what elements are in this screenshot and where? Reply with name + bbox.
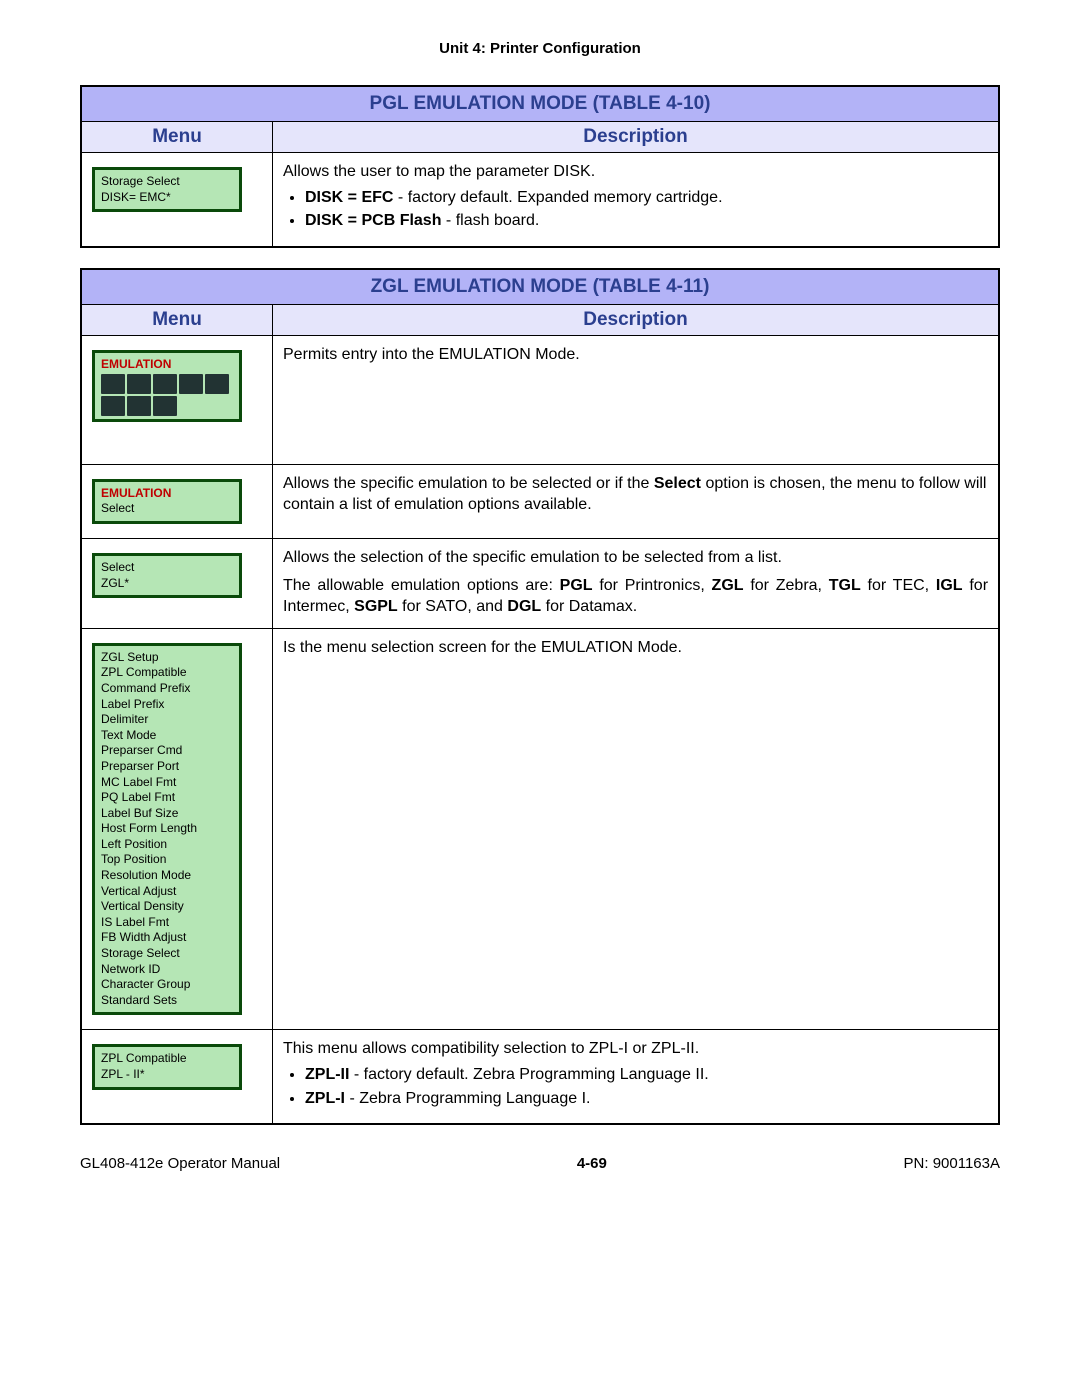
lcd-line: Select [101, 501, 233, 517]
lcd-line: Resolution Mode [101, 868, 233, 884]
lcd-screen: EMULATION Select [92, 479, 242, 524]
table-row: Select ZGL* Allows the selection of the … [81, 538, 999, 628]
lcd-line: MC Label Fmt [101, 775, 233, 791]
lcd-line: Select [101, 560, 233, 576]
lcd-line: Text Mode [101, 728, 233, 744]
lcd-line: ZPL Compatible [101, 1051, 233, 1067]
table-row: EMULATION Permits entry into the EMULATI… [81, 335, 999, 464]
lcd-icon [127, 396, 151, 416]
col-desc: Description [273, 304, 1000, 335]
lcd-line: Storage Select [101, 946, 233, 962]
lcd-line: Standard Sets [101, 993, 233, 1009]
desc-text: Allows the specific emulation to be sele… [283, 475, 654, 492]
table-row: ZPL Compatible ZPL - II* This menu allow… [81, 1030, 999, 1124]
col-desc: Description [273, 122, 1000, 153]
desc-text: The allowable emulation options are: PGL… [283, 575, 988, 618]
lcd-line: FB Width Adjust [101, 930, 233, 946]
lcd-line: Left Position [101, 837, 233, 853]
lcd-line: Preparser Cmd [101, 743, 233, 759]
lcd-line: Preparser Port [101, 759, 233, 775]
list-item: DISK = EFC - factory default. Expanded m… [305, 187, 988, 209]
lcd-line: Command Prefix [101, 681, 233, 697]
page-header: Unit 4: Printer Configuration [80, 40, 1000, 57]
lcd-screen: ZGL SetupZPL CompatibleCommand PrefixLab… [92, 643, 242, 1016]
lcd-line: ZPL Compatible [101, 665, 233, 681]
lcd-line: ZPL - II* [101, 1067, 233, 1083]
lcd-line: ZGL* [101, 576, 233, 592]
lcd-line: PQ Label Fmt [101, 790, 233, 806]
table-row: ZGL SetupZPL CompatibleCommand PrefixLab… [81, 628, 999, 1030]
table-row: EMULATION Select Allows the specific emu… [81, 464, 999, 538]
lcd-line: Network ID [101, 962, 233, 978]
lcd-screen: Select ZGL* [92, 553, 242, 598]
lcd-line: Storage Select [101, 174, 233, 190]
lcd-line: Vertical Density [101, 899, 233, 915]
lcd-icon [153, 396, 177, 416]
list-item: ZPL-I - Zebra Programming Language I. [305, 1088, 988, 1110]
lcd-screen: Storage Select DISK= EMC* [92, 167, 242, 212]
lcd-line: Delimiter [101, 712, 233, 728]
lcd-line: Vertical Adjust [101, 884, 233, 900]
desc-text: Permits entry into the EMULATION Mode. [283, 344, 988, 366]
desc-bold: Select [654, 475, 701, 492]
lcd-line: ZGL Setup [101, 650, 233, 666]
list-item: ZPL-II - factory default. Zebra Programm… [305, 1064, 988, 1086]
desc-text: This menu allows compatibility selection… [283, 1038, 988, 1060]
lcd-icon [101, 396, 125, 416]
page-footer: GL408-412e Operator Manual 4-69 PN: 9001… [80, 1155, 1000, 1172]
lcd-icon [101, 374, 125, 394]
lcd-line: DISK= EMC* [101, 190, 233, 206]
pgl-table: PGL EMULATION MODE (TABLE 4-10) Menu Des… [80, 85, 1000, 248]
desc-text: Allows the selection of the specific emu… [283, 547, 988, 569]
col-menu: Menu [81, 122, 273, 153]
part-number: PN: 9001163A [904, 1155, 1000, 1172]
page-number: 4-69 [577, 1155, 607, 1172]
lcd-line: Label Prefix [101, 697, 233, 713]
lcd-line: Top Position [101, 852, 233, 868]
col-menu: Menu [81, 304, 273, 335]
lcd-line: Host Form Length [101, 821, 233, 837]
lcd-title: EMULATION [101, 486, 233, 502]
list-item: DISK = PCB Flash - flash board. [305, 210, 988, 232]
lcd-line: Character Group [101, 977, 233, 993]
lcd-icon [127, 374, 151, 394]
lcd-icon [179, 374, 203, 394]
lcd-icon-grid [101, 374, 233, 416]
lcd-title: EMULATION [101, 357, 233, 373]
lcd-line: IS Label Fmt [101, 915, 233, 931]
lcd-screen: ZPL Compatible ZPL - II* [92, 1044, 242, 1089]
manual-name: GL408-412e Operator Manual [80, 1155, 280, 1172]
lcd-line: Label Buf Size [101, 806, 233, 822]
desc-text: Is the menu selection screen for the EMU… [283, 637, 988, 659]
desc-text: Allows the user to map the parameter DIS… [283, 161, 988, 183]
lcd-icon [153, 374, 177, 394]
table-row: Storage Select DISK= EMC* Allows the use… [81, 153, 999, 247]
lcd-icon [205, 374, 229, 394]
zgl-title: ZGL EMULATION MODE (TABLE 4-11) [81, 269, 999, 305]
lcd-screen: EMULATION [92, 350, 242, 422]
pgl-title: PGL EMULATION MODE (TABLE 4-10) [81, 86, 999, 122]
zgl-table: ZGL EMULATION MODE (TABLE 4-11) Menu Des… [80, 268, 1000, 1125]
